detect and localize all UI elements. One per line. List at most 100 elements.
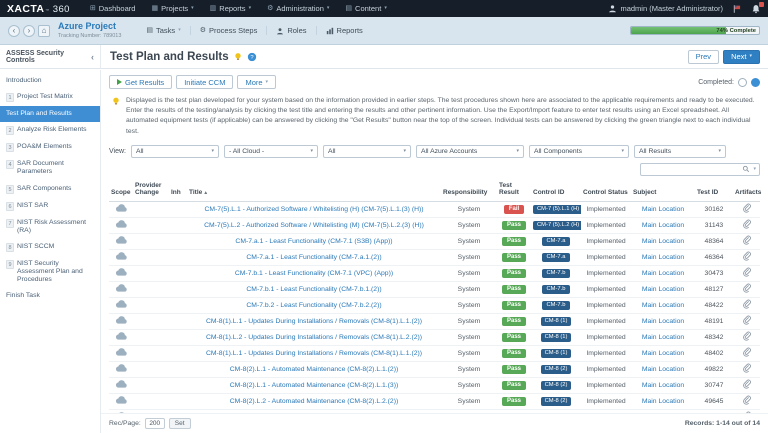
table-row[interactable]: CM-8(2).L.2 - Automated Maintenance (CM-… — [109, 394, 760, 410]
test-title-link[interactable]: CM-8(2).L.1 - Automated Maintenance (CM-… — [230, 382, 398, 389]
paperclip-icon[interactable] — [742, 283, 751, 293]
nav-reports[interactable]: ▥ Reports ▾ — [202, 0, 259, 17]
subject-link[interactable]: Main Location — [642, 382, 684, 389]
test-title-link[interactable]: CM-7.a.1 - Least Functionality (CM-7.a.1… — [246, 254, 381, 261]
sidebar-item-finish-task[interactable]: Finish Task — [0, 288, 100, 304]
subject-link[interactable]: Main Location — [642, 222, 684, 229]
view-filter-select-2[interactable]: - All Cloud - ▾ — [224, 144, 318, 158]
nav-projects[interactable]: ▦ Projects ▾ — [143, 0, 201, 17]
test-result-badge[interactable]: Pass — [501, 284, 526, 294]
test-title-link[interactable]: CM-8(2).L.2 - Automated Maintenance (CM-… — [230, 398, 398, 405]
table-row[interactable]: CM-7.a.1 - Least Functionality (CM-7.a.1… — [109, 250, 760, 266]
get-results-button[interactable]: Get Results — [109, 75, 173, 89]
view-filter-select-6[interactable]: All Results ▾ — [634, 144, 726, 158]
initiate-ccm-button[interactable]: Initiate CCM — [176, 75, 234, 89]
paperclip-icon[interactable] — [742, 267, 751, 277]
test-title-link[interactable]: CM-8(1).L.2 - Updates During Installatio… — [206, 334, 422, 341]
next-button[interactable]: Next ▾ — [723, 49, 760, 64]
sidebar-collapse-icon[interactable]: ‹ — [91, 52, 94, 62]
subject-link[interactable]: Main Location — [642, 270, 684, 277]
cloud-scope-icon[interactable] — [115, 380, 128, 388]
test-title-link[interactable]: CM-7.a.1 - Least Functionality (CM-7.1 (… — [235, 238, 392, 245]
table-row[interactable]: CM-7.b.2 - Least Functionality (CM-7.b.2… — [109, 298, 760, 314]
table-row[interactable]: CM-8(1).L.1 - Updates During Installatio… — [109, 314, 760, 330]
prev-button[interactable]: Prev — [687, 49, 720, 64]
table-row[interactable]: CM-7(5).L.2 - Authorized Software / Whit… — [109, 218, 760, 234]
table-row[interactable]: CM-7.b.1 - Least Functionality (CM-7.1 (… — [109, 266, 760, 282]
project-menu-tasks[interactable]: ▤ Tasks ▾ — [137, 26, 189, 35]
test-title-link[interactable]: CM-8(1).L.1 - Updates During Installatio… — [206, 350, 422, 357]
sidebar-item-nist-risk-assessment[interactable]: 7 NIST Risk Assessment (RA) — [0, 215, 100, 239]
cloud-scope-icon[interactable] — [115, 364, 128, 372]
subject-link[interactable]: Main Location — [642, 350, 684, 357]
subject-link[interactable]: Main Location — [642, 398, 684, 405]
project-menu-reports[interactable]: Reports — [315, 26, 372, 35]
paperclip-icon[interactable] — [742, 363, 751, 373]
search-icon[interactable] — [742, 165, 750, 173]
project-menu-roles[interactable]: Roles — [266, 26, 315, 35]
paperclip-icon[interactable] — [742, 379, 751, 389]
table-row[interactable]: CM-7.a.1 - Least Functionality (CM-7.1 (… — [109, 234, 760, 250]
nav-dashboard[interactable]: ⊞ Dashboard — [82, 0, 144, 17]
test-result-badge[interactable]: Pass — [501, 268, 526, 278]
rec-page-input[interactable] — [144, 418, 165, 429]
paperclip-icon[interactable] — [742, 203, 751, 213]
paperclip-icon[interactable] — [742, 395, 751, 405]
test-result-badge[interactable]: Pass — [501, 220, 526, 230]
col-responsibility[interactable]: Responsibility — [441, 188, 497, 197]
cloud-scope-icon[interactable] — [115, 204, 128, 212]
brand-logo[interactable]: XACTA ™ 360 — [7, 3, 70, 15]
sidebar-item-nist-security-assessment-plan[interactable]: 9 NIST Security Assessment Plan and Proce… — [0, 256, 100, 288]
cloud-scope-icon[interactable] — [115, 220, 128, 228]
subject-link[interactable]: Main Location — [642, 302, 684, 309]
sidebar-item-sar-document-parameters[interactable]: 4 SAR Document Parameters — [0, 156, 100, 180]
view-filter-select-3[interactable]: All ▾ — [323, 144, 411, 158]
test-result-badge[interactable]: Fail — [503, 204, 525, 214]
test-result-badge[interactable]: Pass — [501, 396, 526, 406]
cloud-scope-icon[interactable] — [115, 316, 128, 324]
search-scope-caret-icon[interactable]: ▾ — [753, 166, 756, 172]
completed-toggle-off[interactable] — [738, 77, 747, 87]
col-inh[interactable]: Inh — [169, 188, 187, 197]
test-title-link[interactable]: CM-7(5).L.1 - Authorized Software / Whit… — [204, 206, 423, 213]
test-title-link[interactable]: CM-7.b.1 - Least Functionality (CM-7.b.1… — [246, 286, 381, 293]
back-button[interactable]: ‹ — [8, 24, 20, 37]
view-filter-select-5[interactable]: All Components ▾ — [529, 144, 629, 158]
test-result-badge[interactable]: Pass — [501, 380, 526, 390]
sidebar-item-nist-sccm[interactable]: 8 NIST SCCM — [0, 239, 100, 256]
forward-button[interactable]: › — [23, 24, 35, 37]
cloud-scope-icon[interactable] — [115, 396, 128, 404]
col-test-result[interactable]: Test Result — [497, 181, 531, 198]
col-provider-change[interactable]: Provider Change — [133, 181, 169, 198]
test-title-link[interactable]: CM-7(5).L.2 - Authorized Software / Whit… — [204, 222, 424, 229]
paperclip-icon[interactable] — [742, 219, 751, 229]
col-artifacts[interactable]: Artifacts — [733, 188, 763, 197]
project-name-link[interactable]: Azure Project — [58, 21, 121, 31]
sidebar-item-poam-elements[interactable]: 3 POA&M Elements — [0, 139, 100, 156]
project-menu-process-steps[interactable]: ⚙ Process Steps — [189, 26, 267, 35]
table-row[interactable]: CM-8(2).L.1 - Automated Maintenance (CM-… — [109, 362, 760, 378]
subject-link[interactable]: Main Location — [642, 254, 684, 261]
test-title-link[interactable]: CM-7.b.2 - Least Functionality (CM-7.b.2… — [246, 302, 381, 309]
table-row[interactable]: CM-7(5).L.1 - Authorized Software / Whit… — [109, 202, 760, 218]
view-filter-select-4[interactable]: All Azure Accounts ▾ — [416, 144, 524, 158]
col-control-id[interactable]: Control ID — [531, 188, 581, 197]
home-button[interactable]: ⌂ — [38, 24, 50, 37]
test-result-badge[interactable]: Pass — [501, 252, 526, 262]
cloud-scope-icon[interactable] — [115, 284, 128, 292]
cloud-scope-icon[interactable] — [115, 300, 128, 308]
test-result-badge[interactable]: Pass — [501, 364, 526, 374]
nav-administration[interactable]: ⚙ Administration ▾ — [259, 0, 337, 17]
test-result-badge[interactable]: Pass — [501, 236, 526, 246]
test-result-badge[interactable]: Pass — [501, 300, 526, 310]
col-test-id[interactable]: Test ID — [695, 188, 733, 197]
table-row[interactable]: CM-7.b.1 - Least Functionality (CM-7.b.1… — [109, 282, 760, 298]
table-row[interactable]: CM-8(1).L.2 - Updates During Installatio… — [109, 330, 760, 346]
sidebar-item-project-test-matrix[interactable]: 1 Project Test Matrix — [0, 89, 100, 106]
col-title[interactable]: Title▲ — [187, 188, 441, 198]
sidebar-item-sar-components[interactable]: 5 SAR Components — [0, 181, 100, 198]
cloud-scope-icon[interactable] — [115, 268, 128, 276]
col-scope[interactable]: Scope — [109, 188, 133, 197]
paperclip-icon[interactable] — [742, 331, 751, 341]
nav-content[interactable]: ▤ Content ▾ — [337, 0, 394, 17]
